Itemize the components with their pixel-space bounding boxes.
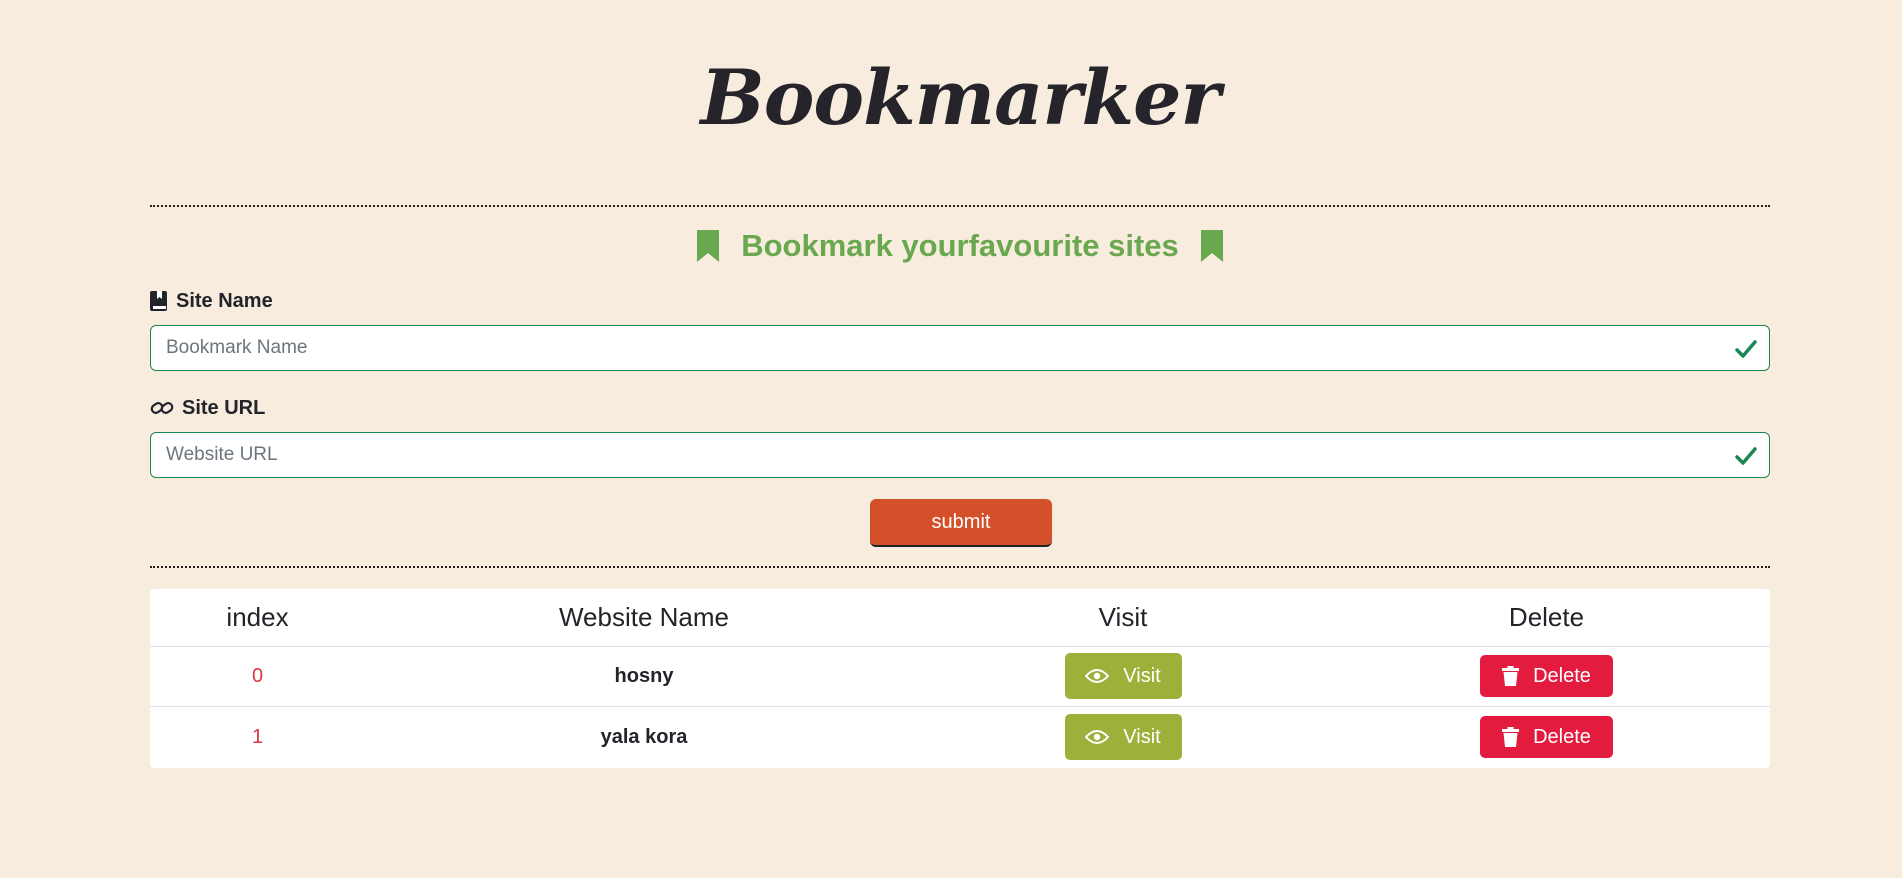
delete-button[interactable]: Delete (1480, 716, 1613, 758)
bottom-divider (150, 566, 1770, 568)
page-title: Bookmarker (700, 53, 1220, 142)
site-name-field-wrapper (150, 325, 1770, 371)
link-icon (150, 398, 174, 418)
table-row: 1 yala kora Visit Delete (150, 706, 1770, 768)
trash-icon (1502, 666, 1520, 686)
delete-label: Delete (1533, 725, 1591, 748)
submit-button[interactable]: submit (870, 499, 1052, 547)
row-website-name: yala kora (600, 725, 688, 748)
bookmark-icon (1200, 230, 1223, 262)
trash-icon (1502, 727, 1520, 747)
site-name-input[interactable] (151, 326, 1769, 370)
delete-cell: Delete (1323, 716, 1770, 758)
visit-cell: Visit (923, 714, 1323, 760)
subtitle: Bookmark yourfavourite sites (741, 228, 1179, 263)
site-url-field-wrapper (150, 432, 1770, 478)
header-visit: Visit (1098, 602, 1148, 632)
delete-cell: Delete (1323, 655, 1770, 697)
row-index: 1 (251, 725, 264, 748)
top-divider (150, 205, 1770, 207)
header-delete: Delete (1508, 602, 1585, 632)
table-row: 0 hosny Visit Delete (150, 646, 1770, 707)
check-icon (1735, 338, 1757, 360)
eye-icon (1085, 668, 1110, 684)
subtitle-row: Bookmark yourfavourite sites (150, 224, 1770, 268)
site-name-label-text: Site Name (176, 289, 273, 312)
site-url-input[interactable] (151, 433, 1769, 477)
header-website-name: Website Name (558, 602, 730, 632)
delete-button[interactable]: Delete (1480, 655, 1613, 697)
site-url-label-text: Site URL (182, 396, 266, 419)
book-icon (150, 291, 168, 311)
visit-button[interactable]: Visit (1064, 653, 1182, 699)
header-index: index (226, 602, 289, 632)
eye-icon (1085, 729, 1110, 745)
visit-cell: Visit (923, 653, 1323, 699)
visit-label: Visit (1123, 725, 1161, 748)
delete-label: Delete (1533, 664, 1591, 687)
bookmark-icon (697, 230, 720, 262)
visit-button[interactable]: Visit (1064, 714, 1182, 760)
table-header: index Website Name Visit Delete (150, 589, 1770, 647)
check-icon (1735, 445, 1757, 467)
site-name-label: Site Name (150, 288, 273, 314)
visit-label: Visit (1123, 664, 1161, 687)
row-website-name: hosny (614, 664, 674, 687)
row-index: 0 (251, 664, 264, 687)
bookmarks-table: index Website Name Visit Delete 0 hosny … (150, 589, 1770, 768)
site-url-label: Site URL (150, 395, 265, 421)
